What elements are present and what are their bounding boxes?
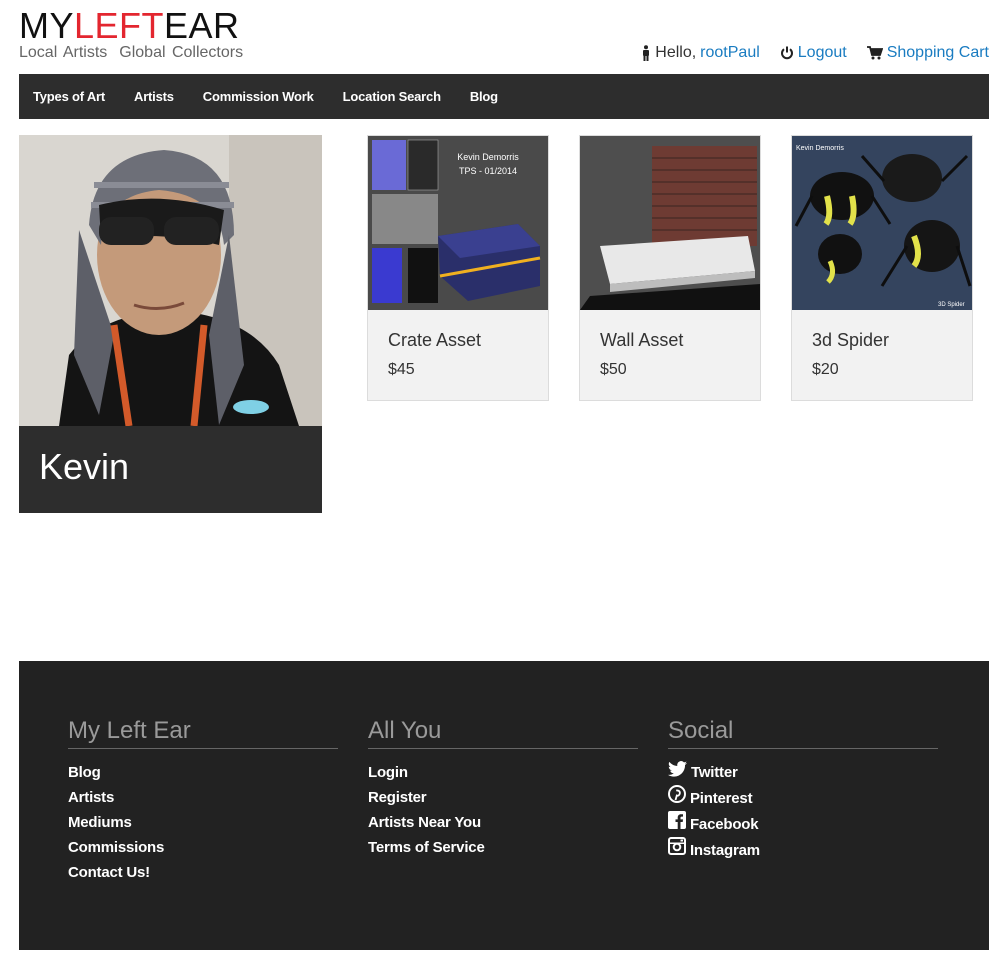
footer-link-artists-near-you[interactable]: Artists Near You — [368, 810, 638, 835]
footer-column-site: My Left Ear Blog Artists Mediums Commiss… — [68, 717, 338, 885]
nav-commission-work[interactable]: Commission Work — [203, 89, 314, 104]
footer-column-social: Social Twitter Pinterest Facebook Instag… — [668, 717, 938, 863]
nav-artists[interactable]: Artists — [134, 89, 174, 104]
user-icon — [643, 45, 650, 61]
social-label: Instagram — [689, 842, 760, 859]
site-logo[interactable]: MYLEFTEAR Local Artists Global Collectors — [19, 8, 243, 62]
product-image: Kevin Demorris TPS - 01/2014 — [368, 136, 548, 310]
footer-link-mediums[interactable]: Mediums — [68, 810, 338, 835]
username-link[interactable]: rootPaul — [700, 44, 760, 62]
twitter-icon — [668, 761, 687, 777]
footer-link-artists[interactable]: Artists — [68, 785, 338, 810]
main-nav: Types of Art Artists Commission Work Loc… — [19, 74, 989, 119]
artist-name: Kevin — [19, 426, 322, 513]
product-image-caption-2: TPS - 01/2014 — [459, 166, 517, 176]
logo-tagline: Local Artists Global Collectors — [19, 44, 244, 61]
pinterest-icon — [668, 785, 686, 803]
cart-icon — [866, 46, 883, 60]
product-name: 3d Spider — [812, 330, 890, 350]
product-name: Crate Asset — [388, 330, 482, 350]
footer-link-commissions[interactable]: Commissions — [68, 835, 338, 860]
nav-blog[interactable]: Blog — [470, 89, 498, 104]
footer-column-account: All You Login Register Artists Near You … — [368, 717, 638, 860]
product-image-caption-1: Kevin Demorris — [796, 145, 844, 152]
social-link-pinterest[interactable]: Pinterest — [668, 785, 938, 811]
greeting-text: Hello, — [655, 44, 697, 61]
social-label: Facebook — [689, 816, 759, 833]
logout-item[interactable]: Logout — [780, 44, 847, 62]
footer-heading: My Left Ear — [68, 717, 338, 749]
footer-link-register[interactable]: Register — [368, 785, 638, 810]
facebook-icon — [668, 811, 686, 829]
product-image-caption-2: 3D Spider — [938, 302, 965, 308]
instagram-icon — [668, 837, 686, 855]
cart-item[interactable]: Shopping Cart — [866, 44, 989, 62]
social-link-facebook[interactable]: Facebook — [668, 811, 938, 837]
user-menu: Hello, rootPaul Logout Shopping Cart — [641, 44, 989, 62]
power-icon — [780, 46, 793, 60]
footer-heading: All You — [368, 717, 638, 749]
shopping-cart-link[interactable]: Shopping Cart — [887, 44, 989, 62]
product-price: $50 — [600, 361, 627, 378]
product-image-caption-1: Kevin Demorris — [457, 152, 519, 162]
product-price: $45 — [388, 361, 415, 378]
footer-link-blog[interactable]: Blog — [68, 760, 338, 785]
footer-link-contact[interactable]: Contact Us! — [68, 860, 338, 885]
product-image — [580, 136, 760, 310]
social-link-twitter[interactable]: Twitter — [668, 760, 938, 785]
footer-link-login[interactable]: Login — [368, 760, 638, 785]
user-greeting: Hello, rootPaul — [641, 44, 760, 62]
product-price: $20 — [812, 361, 839, 378]
footer-heading: Social — [668, 717, 938, 749]
logo-wordmark: MYLEFTEAR — [19, 5, 240, 46]
social-label: Pinterest — [689, 790, 753, 807]
artist-photo — [19, 135, 322, 426]
site-footer: My Left Ear Blog Artists Mediums Commiss… — [19, 661, 989, 950]
nav-types-of-art[interactable]: Types of Art — [33, 89, 105, 104]
social-label: Twitter — [690, 764, 738, 781]
nav-location-search[interactable]: Location Search — [343, 89, 441, 104]
product-name: Wall Asset — [600, 330, 684, 350]
logout-link[interactable]: Logout — [798, 44, 847, 62]
social-link-instagram[interactable]: Instagram — [668, 837, 938, 863]
product-image: Kevin Demorris 3D Spider — [792, 136, 972, 310]
product-card[interactable]: Kevin Demorris 3D Spider 3d Spider $20 — [791, 135, 973, 401]
product-card[interactable]: Wall Asset $50 — [579, 135, 761, 401]
artist-profile-card: Kevin — [19, 135, 322, 513]
footer-link-terms[interactable]: Terms of Service — [368, 835, 638, 860]
product-card[interactable]: Kevin Demorris TPS - 01/2014 Crate Asset… — [367, 135, 549, 401]
